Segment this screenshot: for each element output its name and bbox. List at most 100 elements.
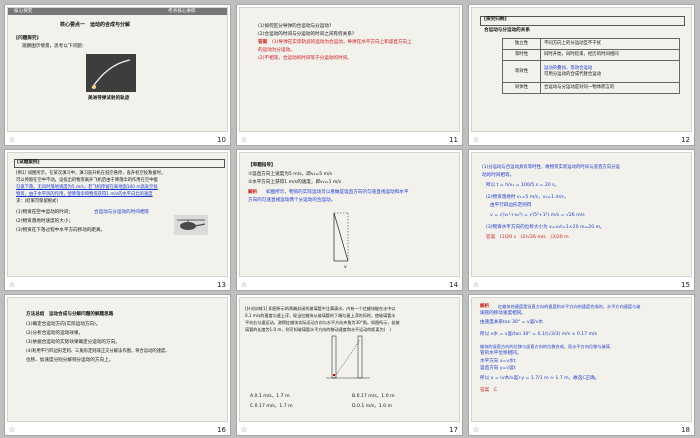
page-number: 15 bbox=[681, 281, 690, 289]
problem-line: [例1] 如图所示，在某次演习中，演习直升机在低空悬停，直升机空投救援时， bbox=[16, 171, 166, 176]
problem-line: (2)物资落地时速度的大小； bbox=[16, 219, 74, 224]
option-d[interactable]: D.0.1 m/s，1.0 m bbox=[352, 404, 392, 410]
star-icon[interactable]: ☆ bbox=[241, 281, 247, 289]
problem-line: (1)物资在空中运动的时间； bbox=[16, 210, 74, 215]
slide-thumb-11[interactable]: (1)如何区分导弹的合运动与分运动? (2)合运动的时间与分运动的时间之间有何关… bbox=[236, 4, 463, 146]
slide-thumb-18[interactable]: 解析 红蜡块的速度是竖直方向的速度和水平方向的速度合成的，水平方向速度与玻 璃管… bbox=[468, 294, 695, 436]
star-icon[interactable]: ☆ bbox=[9, 136, 15, 144]
helicopter-icon bbox=[177, 219, 206, 230]
method-line: (3)依据合运动的实际效果确定分运动的方向。 bbox=[26, 340, 120, 345]
table-row: 独立性 不同方向上的分运动互不干扰 bbox=[502, 38, 680, 50]
solution-line: 竖直方向 y=v竖t bbox=[480, 366, 516, 371]
missile-trail-icon bbox=[91, 59, 131, 89]
star-icon[interactable]: ☆ bbox=[473, 136, 479, 144]
header-tab: 核心探究 bbox=[14, 9, 33, 14]
solution-line: 所以 t = h/v₁ = 100/5 s = 20 s。 bbox=[486, 183, 560, 188]
slide-canvas: 方法总结 运动合成与分解问题的解题思路 (1)确定合运动方向(实际运动方向)。 … bbox=[7, 297, 228, 422]
problem-line: 平向右匀速运动，测得红蜡块实际运动方向与水平方向夹角为30°角，如图所示，若玻 bbox=[245, 320, 400, 325]
velocity-diagram bbox=[333, 212, 349, 262]
table-row: 同体性 合运动与分运动是对同一物体而言的 bbox=[502, 82, 680, 94]
star-icon[interactable]: ☆ bbox=[473, 426, 479, 434]
solution-line: 璃管的移动速度相同。 bbox=[480, 311, 526, 316]
solution-line: 所以 x = (v水/v竖)·y = 1.7/1 m ≈ 1.7 m，故选C正确… bbox=[480, 376, 600, 381]
table-cell-value: 不同方向上的分运动互不干扰 bbox=[540, 38, 680, 50]
slide-thumb-17[interactable]: [针对训练1] 如图所示的两端封闭的玻璃管中注满清水，内有一个红蜡块能在水中以 … bbox=[236, 294, 463, 436]
solution-line: 管的水平位移相同。 bbox=[480, 351, 522, 356]
table-cell-key: 等效性 bbox=[502, 60, 541, 83]
solution-line: (1)分运动与合运动具有等时性，故物资实际运动的时间与竖直方向分运 bbox=[482, 165, 620, 170]
slide-thumb-16[interactable]: 方法总结 运动合成与分解问题的解题思路 (1)确定合运动方向(实际运动方向)。 … bbox=[4, 294, 231, 436]
table-cell-value: 合运动与分运动是对同一物体而言的 bbox=[540, 82, 680, 94]
solution-line: 所以 v水 = v竖/tan 30° = 0.1/(√3/3) m/s ≈ 0.… bbox=[480, 332, 597, 337]
solution-label: 解析 bbox=[248, 190, 258, 195]
question-line: (1)如何区分导弹的合运动与分运动? bbox=[258, 24, 332, 29]
page-number: 11 bbox=[449, 136, 458, 144]
solution-line: v = √(v₁²+v₂²) = √(5²+1²) m/s = √26 m/s bbox=[490, 213, 585, 218]
slide-header-bar: 核心探究 考点核心讲练 bbox=[8, 8, 227, 15]
table-cell-value: 同时开始，同时结束，经历的时间相同 bbox=[540, 49, 680, 61]
heading-box bbox=[480, 16, 685, 26]
table-row: 等时性 同时开始，同时结束，经历的时间相同 bbox=[502, 49, 680, 61]
method-line: 位移、加速度分别分解到分运动的方向上。 bbox=[26, 358, 114, 363]
slide-thumb-10[interactable]: 核心探究 考点核心讲练 核心要点一 运动的合成与分解 [问题探究] 观察图示情景… bbox=[4, 4, 231, 146]
slide-canvas: [试题案例] [例1] 如图所示，在某次演习中，演习直升机在低空悬停，直升机空投… bbox=[7, 152, 228, 277]
slide-title: 核心要点一 运动的合成与分解 bbox=[60, 22, 131, 28]
solution-label: 解析 bbox=[480, 304, 490, 309]
method-line: (1)确定合运动方向(实际运动方向)。 bbox=[26, 322, 101, 327]
problem-line: 璃管的长度为1.0 m，则可知玻璃管水平方向的移动速度和水平运动的距离为( ) bbox=[245, 327, 391, 332]
star-icon[interactable]: ☆ bbox=[241, 136, 247, 144]
solution-line: 如图所示，物资的实际运动可以看做是竖直方向的匀速直线运动和水平 bbox=[266, 190, 409, 195]
missile-trail-image bbox=[86, 54, 136, 92]
image-caption: 美洲导弹试射的轨迹 bbox=[88, 96, 130, 101]
page-number: 10 bbox=[217, 136, 226, 144]
method-line: (4)利用平行四边形定则、三角形定则或正交分解法作图，将合运动的速度、 bbox=[26, 349, 170, 354]
page-number: 13 bbox=[217, 281, 226, 289]
answer-label: 答案 bbox=[258, 40, 268, 45]
page-number: 18 bbox=[681, 426, 690, 434]
solution-line: (2)物资落地时 v₁=5 m/s，v₂=1 m/s， bbox=[486, 195, 569, 200]
heading-box bbox=[14, 159, 225, 168]
header-right: 考点核心讲练 bbox=[168, 9, 196, 14]
problem-line: 0.1 m/s的速度匀速上浮，现当红蜡块从玻璃管的下端匀速上浮的同时，使玻璃管水 bbox=[245, 313, 396, 318]
helicopter-image bbox=[174, 215, 208, 235]
option-a[interactable]: A.0.1 m/s，1.7 m bbox=[250, 394, 290, 400]
section-heading: [探究归纳] bbox=[484, 17, 507, 22]
question-line: (2)合运动的时间与分运动的时间之间有何关系? bbox=[258, 32, 355, 37]
slide-thumb-14[interactable]: 【审题指导】 ①竖直方向上速度为5 m/s，即v₁=5 m/s ②水平方向上获得… bbox=[236, 149, 463, 291]
velocity-label: v bbox=[344, 265, 347, 270]
slide-canvas: 核心探究 考点核心讲练 核心要点一 运动的合成与分解 [问题探究] 观察图示情景… bbox=[7, 7, 228, 132]
relation-table: 独立性 不同方向上的分运动互不干扰 等时性 同时开始，同时结束，经历的时间相同 … bbox=[502, 38, 680, 94]
table-cell-key: 等时性 bbox=[502, 49, 541, 61]
star-icon[interactable]: ☆ bbox=[241, 426, 247, 434]
slide-thumb-13[interactable]: [试题案例] [例1] 如图所示，在某次演习中，演习直升机在低空悬停，直升机空投… bbox=[4, 149, 231, 291]
star-icon[interactable]: ☆ bbox=[473, 281, 479, 289]
table-cell-line: 可用分运动的合成代替合运动 bbox=[544, 71, 602, 77]
side-note: 合运动与分运动的时间相等 bbox=[94, 210, 150, 215]
table-cell-value: 运动的叠加，等效合运动 可用分运动的合成代替合运动 bbox=[540, 60, 680, 83]
problem-line: 可以停留在空中不动，设投出的物资离开飞机后由于降落伞的作用在空中能 bbox=[16, 178, 158, 183]
option-b[interactable]: B.0.17 m/s，1.0 m bbox=[352, 394, 395, 400]
section-heading: 【审题指导】 bbox=[248, 163, 276, 168]
problem-line: [针对训练1] 如图所示的两端封闭的玻璃管中注满清水，内有一个红蜡块能在水中以 bbox=[245, 306, 396, 311]
solution-line: 蜡块的竖直方向的位移与竖直方向的位移合成，而水平方向位移与玻璃 bbox=[480, 344, 610, 349]
solution-line: (3)物资水平方向的位移大小为 x=v₂t=1×20 m=20 m。 bbox=[486, 225, 605, 230]
table-title: 合运动与分运动的关系 bbox=[484, 28, 530, 33]
method-title: 方法总结 运动合成与分解问题的解题思路 bbox=[26, 312, 114, 317]
table-cell-key: 同体性 bbox=[502, 82, 541, 94]
star-icon[interactable]: ☆ bbox=[9, 281, 15, 289]
slide-thumb-12[interactable]: [探究归纳] 合运动与分运动的关系 独立性 不同方向上的分运动互不干扰 等时性 … bbox=[468, 4, 695, 146]
answer-line: (2)不相等，合运动的时间等于分运动的时间。 bbox=[258, 56, 352, 61]
solution-line: 由平行四边形定则得 bbox=[490, 203, 532, 208]
page-number: 17 bbox=[449, 426, 458, 434]
solution-line: 水平方向 x=v水t bbox=[480, 359, 516, 364]
star-icon[interactable]: ☆ bbox=[9, 426, 15, 434]
option-c[interactable]: C.0.17 m/s，1.7 m bbox=[250, 404, 293, 410]
slide-canvas: [针对训练1] 如图所示的两端封闭的玻璃管中注满清水，内有一个红蜡块能在水中以 … bbox=[239, 297, 460, 422]
slide-thumb-15[interactable]: (1)分运动与合运动具有等时性，故物资实际运动的时间与竖直方向分运 动的时间相等… bbox=[468, 149, 695, 291]
solution-line: 动的时间相等。 bbox=[482, 173, 515, 178]
problem-line: (3)物资在下落过程中水平方向移动的距离。 bbox=[16, 228, 106, 233]
method-line: (2)分析合运动的运动效果。 bbox=[26, 331, 84, 336]
slide-canvas: (1)如何区分导弹的合运动与分运动? (2)合运动的时间与分运动的时间之间有何关… bbox=[239, 7, 460, 132]
slide-canvas: 解析 红蜡块的速度是竖直方向的速度和水平方向的速度合成的，水平方向速度与玻 璃管… bbox=[471, 297, 692, 422]
problem-line: 物资，由于水平风的作用，使降落伞和物资获得1 m/s的水平向北的速度 bbox=[16, 192, 153, 197]
